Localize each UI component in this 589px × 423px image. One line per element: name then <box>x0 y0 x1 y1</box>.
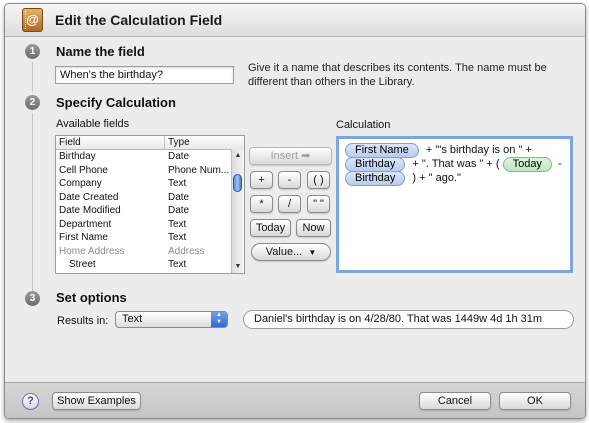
calculation-text: - <box>558 158 562 170</box>
field-name-cell: Street <box>69 259 96 270</box>
field-name-cell: Company <box>59 178 102 189</box>
step-3-badge: 3 <box>25 291 40 306</box>
field-type-cell: Text <box>168 259 187 270</box>
multiply-button[interactable]: * <box>250 195 273 213</box>
field-name-input[interactable]: When's the birthday? <box>55 66 234 84</box>
value-popup-button[interactable]: Value... ▼ <box>251 243 331 261</box>
field-type-cell: Date <box>168 191 190 203</box>
help-line: Give it a name that describes its conten… <box>248 62 547 74</box>
step-3-title: Set options <box>56 290 127 305</box>
today-button[interactable]: Today <box>250 219 291 237</box>
field-type-cell: Address <box>168 245 205 257</box>
step-2-title: Specify Calculation <box>56 95 176 110</box>
table-row[interactable]: First Name Text <box>56 231 244 245</box>
field-type-cell: Text <box>168 178 187 189</box>
results-in-label: Results in: <box>57 315 109 327</box>
results-type-value: Text <box>122 313 143 325</box>
ok-button[interactable]: OK <box>499 392 571 410</box>
table-scrollbar[interactable]: ▲ ▼ <box>231 149 244 273</box>
calculation-text: ) + " ago." <box>412 172 461 184</box>
edit-calculation-dialog: @ Edit the Calculation Field 1 Name the … <box>4 3 586 419</box>
minus-button[interactable]: - <box>278 171 301 189</box>
column-separator <box>164 136 165 149</box>
step-1-badge: 1 <box>25 44 40 59</box>
table-row[interactable]: Date Created Date <box>56 191 244 205</box>
field-name-help: Give it a name that describes its conten… <box>248 61 547 89</box>
field-type-cell: Text <box>168 218 187 230</box>
field-type-cell: Text <box>168 232 187 243</box>
table-row[interactable]: Cell Phone Phone Num... <box>56 164 244 178</box>
field-name-cell: Department <box>59 218 112 230</box>
result-preview: Daniel's birthday is on 4/28/80. That wa… <box>243 310 574 329</box>
field-name-cell: Date Created <box>59 191 119 203</box>
function-token-today[interactable]: Today <box>502 157 552 172</box>
column-header-field[interactable]: Field <box>59 136 81 149</box>
address-book-icon: @ <box>22 8 43 32</box>
table-row[interactable]: Street Text <box>56 258 244 272</box>
help-icon[interactable]: ? <box>22 393 39 410</box>
field-name-cell: Home Address <box>59 245 125 257</box>
table-row[interactable]: Birthday Date <box>56 150 244 164</box>
table-row[interactable]: Department Text <box>56 218 244 232</box>
help-line: different than others in the Library. <box>248 76 415 88</box>
calculation-label: Calculation <box>336 119 391 131</box>
field-token-birthday[interactable]: Birthday <box>345 157 406 172</box>
available-fields-table[interactable]: Field Type Birthday Date Cell Phone Phon… <box>55 135 245 274</box>
divide-button[interactable]: / <box>278 195 301 213</box>
step-divider <box>32 62 33 92</box>
scrollbar-thumb[interactable] <box>233 174 242 192</box>
field-type-cell: Date <box>168 205 190 216</box>
select-arrows-icon: ▲ ▼ <box>211 312 227 327</box>
calculation-line: Birthday + ". That was " + ( Today - <box>345 157 562 172</box>
column-header-type[interactable]: Type <box>168 136 190 149</box>
calculation-line: Birthday ) + " ago." <box>345 171 461 186</box>
scroll-down-arrow-icon[interactable]: ▼ <box>232 261 244 272</box>
table-row[interactable]: Home Address Address <box>56 245 244 259</box>
parentheses-button[interactable]: ( ) <box>307 171 330 189</box>
quotes-button[interactable]: " " <box>307 195 330 213</box>
field-type-cell: Phone Num... <box>168 164 230 176</box>
popup-arrow-icon: ▼ <box>308 248 317 257</box>
insert-button[interactable]: Insert ➡ <box>249 147 332 165</box>
field-name-cell: Cell Phone <box>59 164 108 176</box>
field-token-birthday[interactable]: Birthday <box>345 171 406 186</box>
step-divider <box>32 113 33 291</box>
cancel-button[interactable]: Cancel <box>419 392 491 410</box>
field-token-first-name[interactable]: First Name <box>345 143 419 158</box>
show-examples-button[interactable]: Show Examples <box>52 392 141 410</box>
dialog-header: @ Edit the Calculation Field <box>5 4 585 37</box>
value-button-label: Value... <box>265 246 303 258</box>
field-name-cell: Date Modified <box>59 205 121 216</box>
calculation-editor[interactable]: First Name + "'s birthday is on " + Birt… <box>336 136 573 273</box>
field-type-cell: Date <box>168 151 190 162</box>
field-name-cell: Birthday <box>59 151 96 162</box>
table-row[interactable]: Company Text <box>56 177 244 191</box>
available-fields-label: Available fields <box>56 118 130 130</box>
field-name-cell: First Name <box>59 232 108 243</box>
results-type-select[interactable]: Text ▲ ▼ <box>115 311 228 328</box>
calculation-line: First Name + "'s birthday is on " + <box>345 143 532 158</box>
scroll-up-arrow-icon[interactable]: ▲ <box>232 150 244 161</box>
table-header: Field Type <box>56 136 244 150</box>
table-row[interactable]: Date Modified Date <box>56 204 244 218</box>
calculation-text: + ". That was " + ( <box>412 158 500 170</box>
calculation-text: + "'s birthday is on " + <box>425 144 532 156</box>
step-1-title: Name the field <box>56 44 145 59</box>
dialog-footer: ? Show Examples Cancel OK <box>5 382 585 418</box>
plus-button[interactable]: + <box>250 171 273 189</box>
step-2-badge: 2 <box>25 95 40 110</box>
dialog-title: Edit the Calculation Field <box>55 12 223 28</box>
now-button[interactable]: Now <box>296 219 331 237</box>
